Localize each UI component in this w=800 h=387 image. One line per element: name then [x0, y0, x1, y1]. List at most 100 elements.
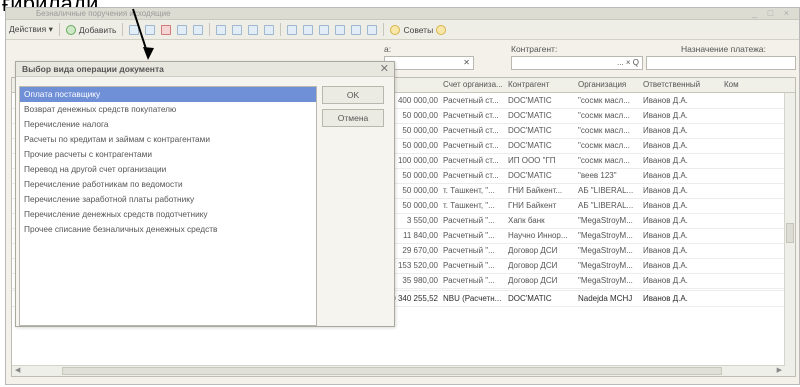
table-cell-resp: Иванов Д.А. [643, 126, 688, 135]
list-icon[interactable] [351, 24, 362, 35]
table-cell-account: Расчетный ст... [443, 156, 499, 165]
delete-icon[interactable] [161, 24, 172, 35]
filter-clear-icon[interactable] [232, 24, 243, 35]
contractor-filter-input[interactable]: ... × Q [511, 56, 643, 70]
advice-button-label: Советы [403, 24, 434, 35]
table-cell-account: Расчетный "... [443, 276, 495, 285]
help-icon [436, 24, 447, 35]
copy-icon[interactable] [129, 24, 140, 35]
add-icon [65, 24, 76, 35]
operation-option[interactable]: Прочие расчеты с контрагентами [20, 147, 316, 162]
operation-option[interactable]: Расчеты по кредитам и займам с контраген… [20, 132, 316, 147]
operation-option[interactable]: Прочее списание безналичных денежных сре… [20, 222, 316, 237]
table-cell-contractor: ГНИ Байкент... [508, 186, 563, 195]
advice-button[interactable]: Советы [387, 22, 449, 38]
close-icon[interactable]: ✕ [380, 62, 389, 75]
table-cell-org: "MegaStroyM... [578, 231, 633, 240]
purpose-filter-input[interactable] [646, 56, 796, 70]
table-cell-account: Расчетный ст... [443, 171, 499, 180]
exchange-icon[interactable] [335, 24, 346, 35]
contractor-filter-label: Контрагент: [511, 44, 558, 54]
table-cell-org: "сосмк масл... [578, 111, 630, 120]
toolbar-separator [280, 23, 282, 36]
date-filter-label: а: [384, 44, 392, 54]
operation-type-dialog: Выбор вида операции документа ✕ Оплата п… [15, 61, 395, 327]
table-cell-org: "веев 123" [578, 171, 617, 180]
table-cell-org: "сосмк масл... [578, 156, 630, 165]
scroll-thumb[interactable] [786, 223, 794, 243]
window-controls[interactable]: _ □ × [752, 8, 793, 18]
table-cell-org: Nadejda MCHJ [578, 294, 633, 303]
add-button-label: Добавить [78, 24, 117, 35]
table-cell-resp: Иванов Д.А. [643, 141, 688, 150]
filter-icon[interactable] [216, 24, 227, 35]
cancel-button[interactable]: Отмена [322, 109, 384, 127]
table-cell-org: "MegaStroyM... [578, 216, 633, 225]
date-filter-input[interactable]: ✕ [384, 56, 474, 70]
actions-menu-button[interactable]: Действия ▾ [9, 22, 53, 38]
table-icon[interactable] [367, 24, 378, 35]
table-cell-org: "сосмк масл... [578, 96, 630, 105]
scroll-left-icon[interactable]: ◀ [15, 366, 20, 374]
table-cell-contractor: Научно Иннор... [508, 231, 568, 240]
operation-option[interactable]: Перечисление денежных средств подотчетни… [20, 207, 316, 222]
table-cell-account: Расчетный "... [443, 246, 495, 255]
table-cell-contractor: ГНИ Байкент [508, 201, 557, 210]
table-cell-resp: Иванов Д.А. [643, 111, 688, 120]
operation-option[interactable]: Перечисление работникам по ведомости [20, 177, 316, 192]
toolbar-separator [58, 23, 60, 36]
col-org-header[interactable]: Организация [578, 80, 638, 89]
toolbar-separator [122, 23, 124, 36]
unpost-icon[interactable] [193, 24, 204, 35]
toolbar: Действия ▾ Добавить Советы [6, 20, 799, 40]
app-window: Безналичные поручения исходящие _ □ × Де… [5, 7, 800, 385]
table-cell-org: АБ "LIBERAL... [578, 201, 634, 210]
table-cell-account: т. Ташкент, "... [443, 186, 495, 195]
operation-option[interactable]: Перечисление заработной платы работнику [20, 192, 316, 207]
table-cell-resp: Иванов Д.А. [643, 156, 688, 165]
table-cell-contractor: DOC'MATIC [508, 126, 552, 135]
table-cell-contractor: DOC'MATIC [508, 96, 552, 105]
table-cell-org: АБ "LIBERAL... [578, 186, 634, 195]
col-account-header[interactable]: Счет организа... [443, 80, 503, 89]
sort-icon[interactable] [264, 24, 275, 35]
table-cell-resp: Иванов Д.А. [643, 216, 688, 225]
table-cell-contractor: DOC'MATIC [508, 141, 552, 150]
table-cell-resp: Иванов Д.А. [643, 96, 688, 105]
operation-option[interactable]: Возврат денежных средств покупателю [20, 102, 316, 117]
dialog-title: Выбор вида операции документа [22, 64, 164, 74]
print-icon[interactable] [287, 24, 298, 35]
horizontal-scrollbar[interactable]: ◀ ▶ [12, 365, 785, 376]
vertical-scrollbar[interactable] [784, 93, 795, 376]
table-cell-resp: Иванов Д.А. [643, 201, 688, 210]
refresh-icon[interactable] [303, 24, 314, 35]
window-title: Безналичные поручения исходящие [36, 9, 171, 18]
col-comment-header[interactable]: Ком [724, 80, 754, 89]
post-icon[interactable] [177, 24, 188, 35]
scroll-thumb[interactable] [62, 367, 722, 375]
structure-icon[interactable] [248, 24, 259, 35]
table-cell-org: "MegaStroyM... [578, 261, 633, 270]
col-responsible-header[interactable]: Ответственный [643, 80, 709, 89]
operation-list: Оплата поставщику Возврат денежных средст… [19, 86, 317, 326]
ok-button[interactable]: OK [322, 86, 384, 104]
col-contractor-header[interactable]: Контрагент [508, 80, 568, 89]
scroll-right-icon[interactable]: ▶ [777, 366, 782, 374]
toolbar-separator [383, 23, 385, 36]
table-cell-org: "MegaStroyM... [578, 246, 633, 255]
window-titlebar: Безналичные поручения исходящие _ □ × [6, 8, 799, 20]
toolbar-separator [209, 23, 211, 36]
add-button[interactable]: Добавить [63, 22, 117, 38]
operation-option[interactable]: Перевод на другой счет организации [20, 162, 316, 177]
table-cell-account: Расчетный ст... [443, 96, 499, 105]
advice-icon [390, 24, 401, 35]
report-icon[interactable] [319, 24, 330, 35]
operation-option[interactable]: Перечисление налога [20, 117, 316, 132]
table-cell-account: Расчетный ст... [443, 126, 499, 135]
table-cell-resp: Иванов Д.А. [643, 246, 688, 255]
table-cell-contractor: ИП ООО "ГП [508, 156, 556, 165]
table-cell-org: "MegaStroyM... [578, 276, 633, 285]
edit-icon[interactable] [145, 24, 156, 35]
operation-option-selected[interactable]: Оплата поставщику [20, 87, 316, 102]
table-cell-contractor: Договор ДСИ [508, 261, 558, 270]
